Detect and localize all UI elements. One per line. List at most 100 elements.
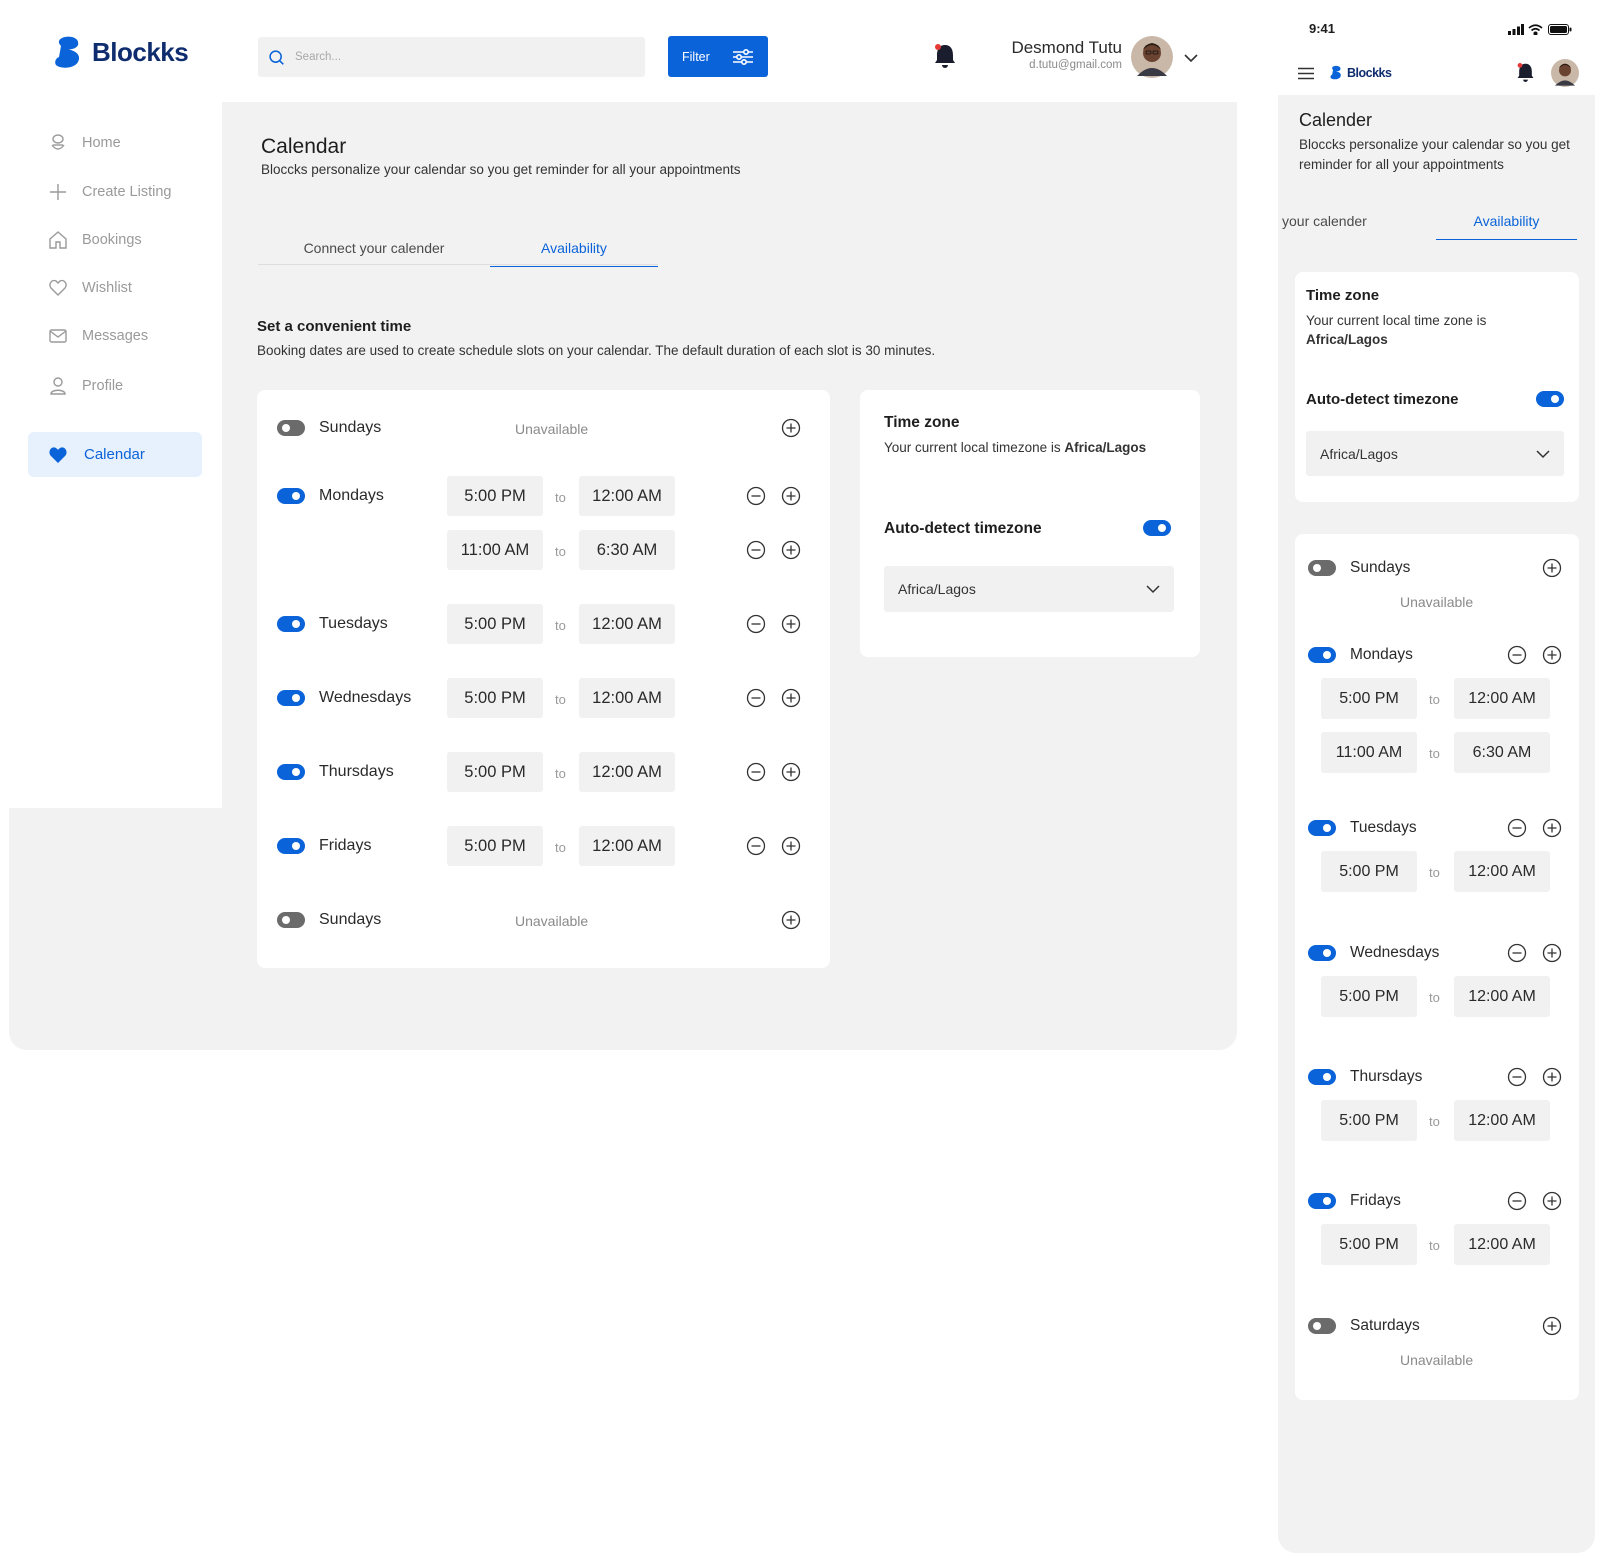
auto-detect-toggle[interactable] xyxy=(1536,391,1564,412)
remove-slot-button[interactable] xyxy=(746,836,766,861)
add-slot-button[interactable] xyxy=(781,614,801,639)
end-time-field[interactable]: 12:00 AM xyxy=(1454,678,1550,719)
mobile-notification-button[interactable] xyxy=(1516,62,1535,88)
to-label: to xyxy=(1429,692,1440,707)
tab-bar: Connect your calender Availability xyxy=(258,240,658,267)
end-time-field[interactable]: 12:00 AM xyxy=(579,476,675,516)
sliders-icon xyxy=(733,48,753,65)
day-toggle[interactable] xyxy=(277,912,305,933)
add-slot-button[interactable] xyxy=(1542,645,1562,670)
timezone-select[interactable]: Africa/Lagos xyxy=(1306,431,1564,476)
avatar[interactable] xyxy=(1131,36,1173,83)
timezone-select[interactable]: Africa/Lagos xyxy=(884,566,1174,612)
auto-detect-toggle[interactable] xyxy=(1143,520,1171,541)
add-slot-button[interactable] xyxy=(781,418,801,443)
add-slot-button[interactable] xyxy=(1542,1067,1562,1092)
end-time-field[interactable]: 12:00 AM xyxy=(579,826,675,866)
sidebar-item-calendar[interactable]: Calendar xyxy=(28,432,202,477)
day-toggle[interactable] xyxy=(1308,945,1336,966)
sidebar-item-profile[interactable]: Profile xyxy=(48,376,123,396)
brand-logo[interactable]: Blockks xyxy=(54,36,189,68)
day-label: Thursdays xyxy=(1350,1068,1423,1085)
add-slot-button[interactable] xyxy=(1542,1191,1562,1216)
remove-slot-button[interactable] xyxy=(1507,1191,1527,1216)
day-label: Sundays xyxy=(319,419,382,436)
add-slot-button[interactable] xyxy=(781,910,801,935)
add-slot-button[interactable] xyxy=(781,836,801,861)
end-time-field[interactable]: 12:00 AM xyxy=(579,678,675,718)
day-toggle[interactable] xyxy=(1308,1069,1336,1090)
day-toggle[interactable] xyxy=(277,420,305,441)
remove-slot-button[interactable] xyxy=(1507,943,1527,968)
start-time-field[interactable]: 11:00 AM xyxy=(447,530,543,570)
remove-slot-button[interactable] xyxy=(746,540,766,565)
sidebar-item-bookings[interactable]: Bookings xyxy=(48,230,142,250)
mobile-brand-logo[interactable]: Blockks xyxy=(1330,65,1392,80)
start-time-field[interactable]: 11:00 AM xyxy=(1321,732,1417,773)
tab-connect-calendar[interactable]: Connect your calender xyxy=(258,240,490,267)
sidebar-item-wishlist[interactable]: Wishlist xyxy=(48,278,132,298)
start-time-field[interactable]: 5:00 PM xyxy=(1321,851,1417,892)
add-slot-button[interactable] xyxy=(1542,558,1562,583)
day-toggle[interactable] xyxy=(277,488,305,509)
remove-slot-button[interactable] xyxy=(746,762,766,787)
add-slot-button[interactable] xyxy=(1542,1316,1562,1341)
filter-button[interactable]: Filter xyxy=(668,36,768,77)
start-time-field[interactable]: 5:00 PM xyxy=(1321,1100,1417,1141)
unavailable-label: Unavailable xyxy=(1400,1352,1474,1368)
start-time-field[interactable]: 5:00 PM xyxy=(1321,976,1417,1017)
add-slot-button[interactable] xyxy=(781,540,801,565)
add-slot-button[interactable] xyxy=(781,486,801,511)
add-slot-button[interactable] xyxy=(1542,818,1562,843)
end-time-field[interactable]: 12:00 AM xyxy=(1454,851,1550,892)
end-time-field[interactable]: 6:30 AM xyxy=(579,530,675,570)
end-time-field[interactable]: 12:00 AM xyxy=(579,604,675,644)
mobile-page-title: Calender xyxy=(1299,110,1373,130)
start-time-field[interactable]: 5:00 PM xyxy=(447,826,543,866)
search-input[interactable] xyxy=(295,51,595,63)
start-time-field[interactable]: 5:00 PM xyxy=(447,678,543,718)
plus-circle-icon xyxy=(1542,1316,1562,1336)
remove-slot-button[interactable] xyxy=(1507,645,1527,670)
sidebar-item-messages[interactable]: Messages xyxy=(48,326,148,346)
user-menu-toggle[interactable] xyxy=(1184,50,1198,68)
remove-slot-button[interactable] xyxy=(746,614,766,639)
remove-slot-button[interactable] xyxy=(1507,1067,1527,1092)
add-slot-button[interactable] xyxy=(781,762,801,787)
end-time-field[interactable]: 12:00 AM xyxy=(1454,1224,1550,1265)
toggle-switch xyxy=(277,690,305,706)
day-toggle[interactable] xyxy=(1308,1193,1336,1214)
day-toggle[interactable] xyxy=(277,690,305,711)
sidebar-item-home[interactable]: Home xyxy=(48,133,121,153)
end-time-field[interactable]: 12:00 AM xyxy=(579,752,675,792)
remove-slot-button[interactable] xyxy=(746,688,766,713)
notification-button[interactable] xyxy=(933,43,957,74)
day-toggle[interactable] xyxy=(1308,647,1336,668)
start-time-field[interactable]: 5:00 PM xyxy=(447,752,543,792)
mobile-schedule-card: Sundays Unavailable Mondays 5:00 PM to 12:00 … xyxy=(1295,534,1579,1400)
end-time-field[interactable]: 12:00 AM xyxy=(1454,976,1550,1017)
plus-circle-icon xyxy=(781,688,801,708)
remove-slot-button[interactable] xyxy=(1507,818,1527,843)
day-toggle[interactable] xyxy=(1308,560,1336,581)
day-toggle[interactable] xyxy=(277,838,305,859)
day-toggle[interactable] xyxy=(1308,820,1336,841)
day-toggle[interactable] xyxy=(277,616,305,637)
mobile-avatar[interactable] xyxy=(1551,59,1579,92)
remove-slot-button[interactable] xyxy=(746,486,766,511)
add-slot-button[interactable] xyxy=(781,688,801,713)
start-time-field[interactable]: 5:00 PM xyxy=(447,476,543,516)
start-time-field[interactable]: 5:00 PM xyxy=(1321,678,1417,719)
day-toggle[interactable] xyxy=(1308,1318,1336,1339)
add-slot-button[interactable] xyxy=(1542,943,1562,968)
end-time-field[interactable]: 12:00 AM xyxy=(1454,1100,1550,1141)
sidebar-item-create-listing[interactable]: Create Listing xyxy=(48,182,171,202)
tab-availability[interactable]: Availability xyxy=(490,240,658,267)
tab-availability[interactable]: Availability xyxy=(1436,213,1577,240)
end-time-field[interactable]: 6:30 AM xyxy=(1454,732,1550,773)
tab-connect-calendar[interactable]: your calender xyxy=(1278,213,1436,240)
day-toggle[interactable] xyxy=(277,764,305,785)
start-time-field[interactable]: 5:00 PM xyxy=(1321,1224,1417,1265)
start-time-field[interactable]: 5:00 PM xyxy=(447,604,543,644)
hamburger-menu-button[interactable] xyxy=(1298,67,1314,85)
